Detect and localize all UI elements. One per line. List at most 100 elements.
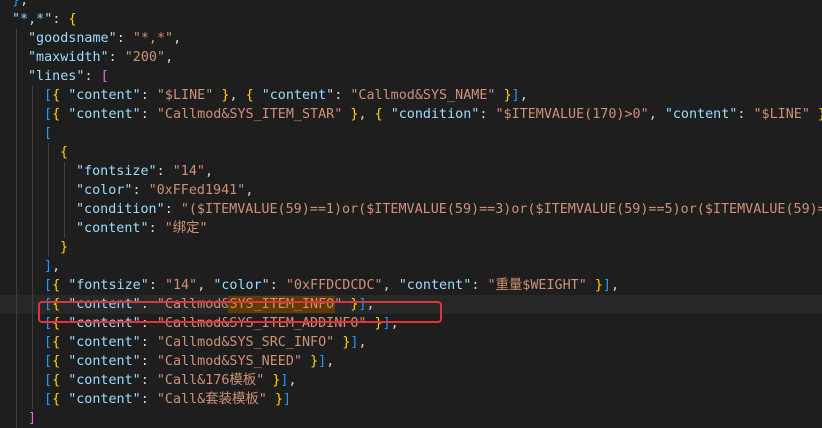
code-token: "lines" xyxy=(28,69,85,84)
code-token: "$LINE" xyxy=(753,107,810,122)
code-line[interactable]: [{ "content": "Call&176模板" }], xyxy=(0,371,822,390)
code-token: } xyxy=(12,0,21,8)
code-line[interactable]: [{ "content": "$LINE" }, { "content": "C… xyxy=(0,86,822,105)
code-token: : xyxy=(108,50,125,65)
code-token: "绑定" xyxy=(164,221,208,236)
code-token: , xyxy=(519,88,528,103)
code-token: "14" xyxy=(164,278,198,293)
code-text: "fontsize": "14", xyxy=(76,162,213,181)
indent-guide xyxy=(16,276,17,295)
code-text: "color": "0xFFed1941", xyxy=(76,181,253,200)
code-token: "fontsize" xyxy=(68,278,149,293)
code-line[interactable]: [{ "content": "Callmod&SYS_ITEM_INFO" }]… xyxy=(0,295,822,314)
code-token: "Callmod&SYS_ITEM_STAR" xyxy=(156,107,343,122)
code-token: "content" xyxy=(68,354,141,369)
code-token: : xyxy=(140,316,157,331)
code-line[interactable]: [ xyxy=(0,124,822,143)
code-line[interactable]: "content": "绑定" xyxy=(0,219,822,238)
code-token: "Call&176模板" xyxy=(156,373,265,388)
code-token: } xyxy=(60,240,69,255)
code-editor[interactable]: }, "*,*": {"goodsname": "*,*", "maxwidth":… xyxy=(0,0,822,428)
code-token: "重量$WEIGHT" xyxy=(487,278,587,293)
code-text: "content": "绑定" xyxy=(76,219,208,238)
code-token: "content" xyxy=(68,373,141,388)
code-line[interactable]: "lines": [ xyxy=(0,67,822,86)
code-token: "content" xyxy=(68,392,141,407)
code-line[interactable]: [{ "content": "Callmod&SYS_ITEM_STAR" },… xyxy=(0,105,822,124)
code-line[interactable]: } xyxy=(0,238,822,257)
indent-guide xyxy=(48,143,49,162)
code-line[interactable]: [{ "content": "Callmod&SYS_SRC_INFO" }], xyxy=(0,333,822,352)
code-token: : xyxy=(140,373,157,388)
code-token: : xyxy=(148,278,165,293)
code-token: , xyxy=(173,31,182,46)
code-text: [{ "content": "Callmod&SYS_NEED" }], xyxy=(44,352,334,371)
code-line[interactable]: [{ "content": "Callmod&SYS_NEED" }], xyxy=(0,352,822,371)
code-token: : xyxy=(132,183,149,198)
code-token: , xyxy=(366,297,375,312)
code-token: "($ITEMVALUE(59)==1)or($ITEMVALUE(59)==3… xyxy=(180,202,822,217)
code-token: [ xyxy=(44,278,53,293)
code-line[interactable]: "color": "0xFFed1941", xyxy=(0,181,822,200)
code-token: } xyxy=(594,278,603,293)
code-line[interactable]: ], xyxy=(0,257,822,276)
code-token: , xyxy=(52,259,61,274)
code-token: ] xyxy=(28,411,37,426)
code-token: : xyxy=(52,12,69,27)
code-token: "content" xyxy=(68,88,141,103)
code-token: : xyxy=(148,221,165,236)
code-token: , xyxy=(390,316,399,331)
code-text: "goodsname": "*,*", xyxy=(28,29,181,48)
code-line[interactable]: [{ "fontsize": "14", "color": "0xFFDCDCD… xyxy=(0,276,822,295)
code-line[interactable]: "fontsize": "14", xyxy=(0,162,822,181)
code-token: "fontsize" xyxy=(76,164,157,179)
code-text: { xyxy=(60,143,68,162)
code-token: [ xyxy=(44,335,53,350)
code-token: "0xFFed1941" xyxy=(148,183,246,198)
code-line[interactable]: { xyxy=(0,143,822,162)
code-token: "content" xyxy=(261,88,335,103)
code-text: "lines": [ xyxy=(28,67,109,86)
code-text: [{ "content": "Callmod&SYS_ITEM_INFO" }]… xyxy=(44,295,375,314)
indent-guide xyxy=(16,105,17,124)
code-token: [ xyxy=(44,354,53,369)
indent-guides xyxy=(0,124,200,143)
code-token: [ xyxy=(44,297,53,312)
code-token: "0xFFDCDCDC" xyxy=(285,278,383,293)
code-token: { xyxy=(52,107,61,122)
indent-guides xyxy=(0,257,200,276)
indent-guide xyxy=(48,181,49,200)
code-line[interactable]: "goodsname": "*,*", xyxy=(0,29,822,48)
code-token: : xyxy=(116,31,133,46)
code-token: : xyxy=(334,88,351,103)
code-line[interactable]: "condition": "($ITEMVALUE(59)==1)or($ITE… xyxy=(0,200,822,219)
code-line[interactable]: }, xyxy=(0,0,822,10)
code-text: "maxwidth": "200", xyxy=(28,48,173,67)
code-token: : xyxy=(269,278,286,293)
indent-guide xyxy=(48,200,49,219)
code-token: "Call&套装模板" xyxy=(156,392,267,407)
code-line[interactable]: [{ "content": "Callmod&SYS_ITEM_ADDINFO"… xyxy=(0,314,822,333)
indent-guide xyxy=(16,257,17,276)
code-text: ], xyxy=(44,257,60,276)
code-line[interactable]: "maxwidth": "200", xyxy=(0,48,822,67)
code-token: "content" xyxy=(68,316,141,331)
indent-guide xyxy=(16,181,17,200)
code-token: "200" xyxy=(124,50,166,65)
code-token: , xyxy=(229,88,246,103)
code-token: { xyxy=(60,145,69,160)
indent-guide xyxy=(16,295,17,314)
code-line[interactable]: "*,*": { xyxy=(0,10,822,29)
code-line[interactable]: ] xyxy=(0,409,822,428)
code-line[interactable]: [{ "content": "Call&套装模板" }] xyxy=(0,390,822,409)
indent-guide xyxy=(32,200,33,219)
